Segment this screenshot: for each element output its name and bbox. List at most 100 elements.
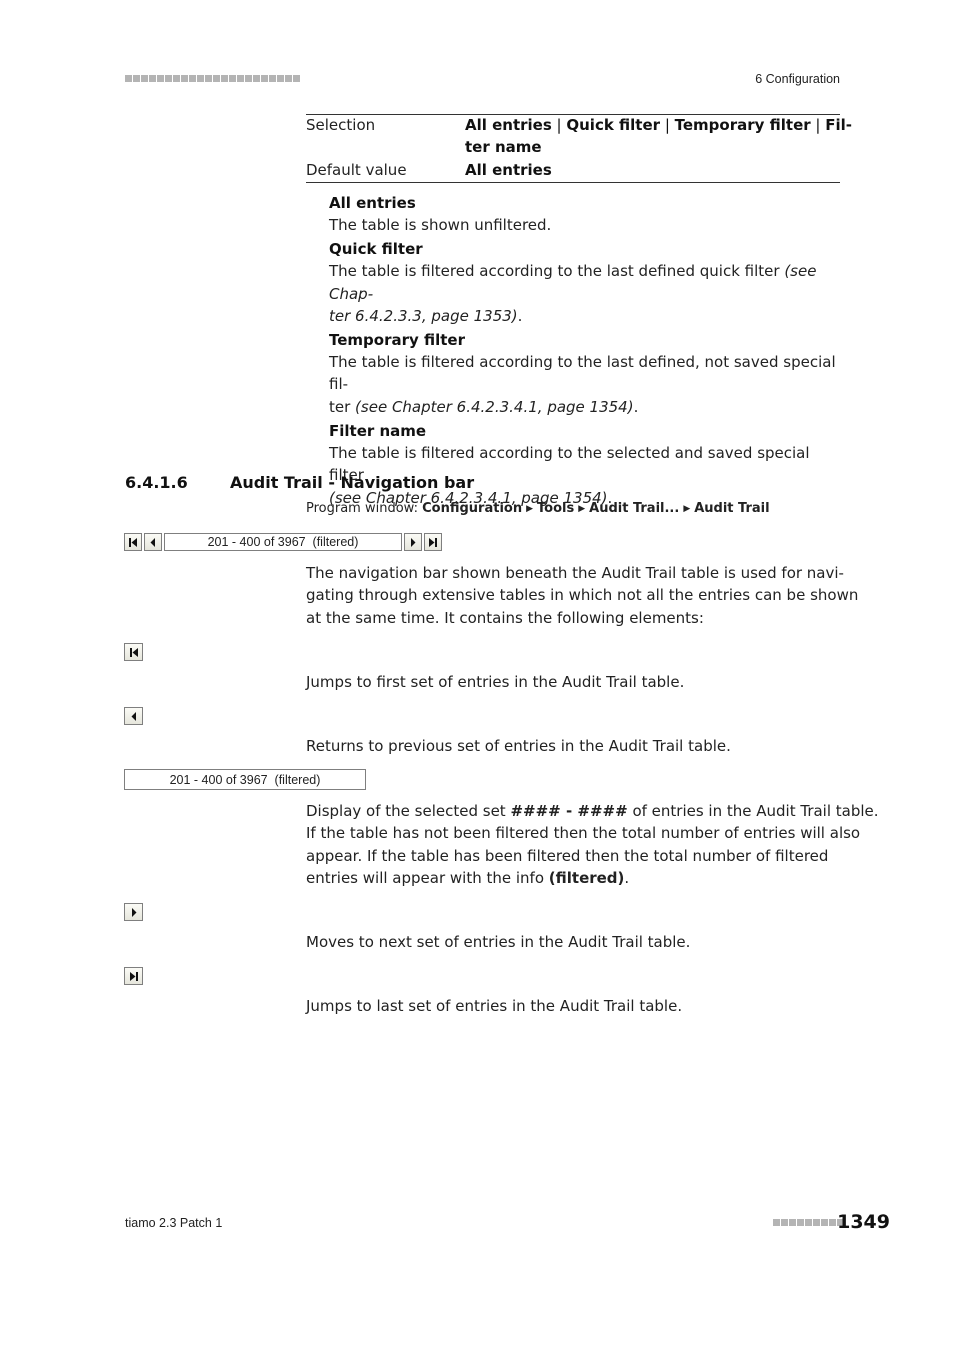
option-term: All entries [329, 194, 416, 212]
decor-square [213, 75, 220, 82]
previous-page-button[interactable] [144, 533, 162, 551]
previous-button-description: Returns to previous set of entries in th… [306, 737, 731, 755]
footer-decoration [773, 1219, 844, 1226]
option-quick-filter: Quick filter [566, 116, 661, 134]
desc-text: . [624, 868, 630, 887]
triangle-right-icon: ▶ [526, 504, 534, 514]
option-filter-name: Fil- [825, 116, 853, 134]
decor-square [797, 1219, 804, 1226]
decor-square [813, 1219, 820, 1226]
path-item: Audit Trail [694, 501, 770, 516]
first-page-button[interactable] [124, 533, 142, 551]
decor-square [205, 75, 212, 82]
desc-text: . [633, 397, 639, 416]
decor-square [253, 75, 260, 82]
text-line: Display of the selected set #### - #### … [306, 800, 879, 822]
desc-text: entries will appear with the info [306, 868, 549, 887]
option-item: Filter name The table is filtered accord… [329, 420, 844, 509]
desc-text: The table is filtered according to the l… [329, 353, 836, 394]
decor-square [277, 75, 284, 82]
decor-square [237, 75, 244, 82]
section-title: Audit Trail - Navigation bar [230, 473, 475, 492]
path-item: Configuration [422, 501, 523, 516]
range-display-illustration: 201 - 400 of 3967 (filtered) [124, 769, 366, 790]
param-value-selection: All entries | Quick filter | Temporary f… [465, 116, 853, 157]
next-page-button-illustration [124, 903, 143, 921]
triangle-right-icon [131, 907, 136, 917]
decor-square [805, 1219, 812, 1226]
header-decoration [125, 75, 300, 82]
last-page-button[interactable] [424, 533, 442, 551]
decor-square [157, 75, 164, 82]
option-term: Temporary filter [329, 331, 466, 350]
navigation-bar: 201 - 400 of 3967 (filtered) [124, 533, 444, 551]
path-item: Tools [537, 501, 575, 516]
skip-first-icon [129, 537, 137, 547]
decor-square [773, 1219, 780, 1226]
desc-text: ter [329, 397, 356, 416]
decor-square [141, 75, 148, 82]
skip-first-icon [129, 647, 138, 657]
first-button-description: Jumps to first set of entries in the Aud… [306, 673, 685, 691]
path-item: Audit Trail... [589, 501, 680, 516]
text-line: appear. If the table has been filtered t… [306, 846, 829, 865]
range-display-description: Display of the selected set #### - #### … [306, 800, 879, 889]
text-line: entries will appear with the info (filte… [306, 867, 879, 889]
triangle-right-icon [411, 537, 416, 547]
option-temporary-filter: Temporary filter [674, 116, 811, 134]
text-line: gating through extensive tables in which… [306, 586, 859, 605]
range-placeholder: #### - #### [510, 802, 628, 820]
decor-square [781, 1219, 788, 1226]
option-item: Temporary filter The table is filtered a… [329, 329, 844, 418]
triangle-right-icon: ▶ [683, 504, 691, 514]
decor-square [829, 1219, 836, 1226]
options-list: All entries The table is shown unfiltere… [329, 192, 844, 509]
option-term: Filter name [329, 422, 427, 441]
decor-square [821, 1219, 828, 1226]
desc-text: . [517, 306, 523, 325]
footer-product: tiamo 2.3 Patch 1 [125, 1216, 223, 1230]
triangle-left-icon [131, 711, 136, 721]
decor-square [245, 75, 252, 82]
decor-square [149, 75, 156, 82]
skip-last-icon [129, 971, 138, 981]
last-page-button-illustration [124, 967, 143, 985]
decor-square [261, 75, 268, 82]
decor-square [229, 75, 236, 82]
chapter-link[interactable]: (see Chapter 6.4.2.3.4.1, page 1354) [355, 398, 634, 416]
decor-square [789, 1219, 796, 1226]
option-filter-name-cont: ter name [465, 138, 542, 157]
param-label-selection: Selection [306, 116, 376, 134]
option-all-entries: All entries [465, 116, 552, 134]
option-item: Quick filter The table is filtered accor… [329, 238, 844, 327]
previous-page-button-illustration [124, 707, 143, 725]
option-term: Quick filter [329, 240, 423, 259]
last-button-description: Jumps to last set of entries in the Audi… [306, 997, 683, 1015]
decor-square [189, 75, 196, 82]
decor-square [221, 75, 228, 82]
text-line: If the table has not been filtered then … [306, 824, 861, 843]
section-number: 6.4.1.6 [125, 473, 188, 492]
option-desc: The table is filtered according to the l… [329, 260, 844, 327]
param-label-default: Default value [306, 161, 407, 179]
table-bottom-rule [306, 182, 840, 183]
desc-text: The table is filtered according to the l… [329, 262, 785, 281]
filtered-info: (filtered) [548, 868, 625, 887]
option-desc: The table is filtered according to the l… [329, 351, 844, 418]
decor-square [133, 75, 140, 82]
range-display: 201 - 400 of 3967 (filtered) [164, 533, 402, 551]
intro-paragraph: The navigation bar shown beneath the Aud… [306, 562, 858, 629]
next-page-button[interactable] [404, 533, 422, 551]
decor-square [197, 75, 204, 82]
decor-square [181, 75, 188, 82]
program-window-label: Program window: [306, 501, 418, 516]
skip-last-icon [429, 537, 437, 547]
option-item: All entries The table is shown unfiltere… [329, 192, 844, 236]
param-value-default: All entries [465, 161, 552, 179]
text-line: The navigation bar shown beneath the Aud… [306, 564, 844, 582]
option-desc: The table is shown unfiltered. [329, 214, 844, 236]
text-line: at the same time. It contains the follow… [306, 608, 704, 627]
chapter-link[interactable]: ter 6.4.2.3.3, page 1353) [329, 307, 518, 325]
decor-square [285, 75, 292, 82]
next-button-description: Moves to next set of entries in the Audi… [306, 933, 691, 951]
